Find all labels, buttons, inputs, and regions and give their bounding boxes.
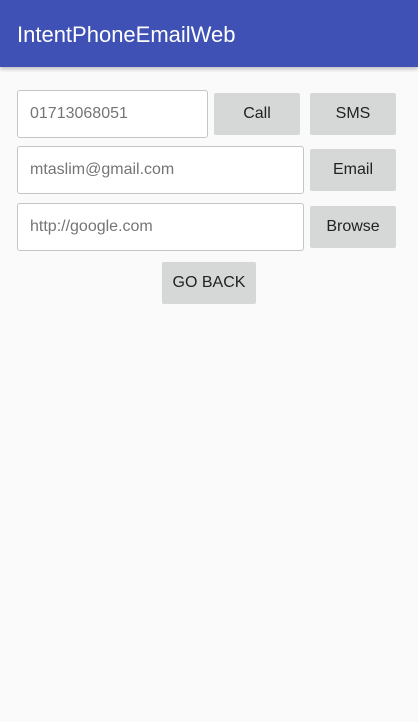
app-title: IntentPhoneEmailWeb bbox=[17, 22, 236, 47]
app-screen: IntentPhoneEmailWeb Call SMS Email Brows… bbox=[0, 0, 418, 722]
call-button[interactable]: Call bbox=[214, 93, 300, 135]
url-input[interactable] bbox=[17, 203, 304, 251]
email-button[interactable]: Email bbox=[310, 149, 396, 191]
app-bar: IntentPhoneEmailWeb bbox=[0, 0, 418, 67]
phone-input[interactable] bbox=[17, 90, 208, 138]
sms-button[interactable]: SMS bbox=[310, 93, 396, 135]
browse-button[interactable]: Browse bbox=[310, 206, 396, 248]
email-input[interactable] bbox=[17, 146, 304, 194]
go-back-button[interactable]: GO BACK bbox=[162, 262, 256, 304]
